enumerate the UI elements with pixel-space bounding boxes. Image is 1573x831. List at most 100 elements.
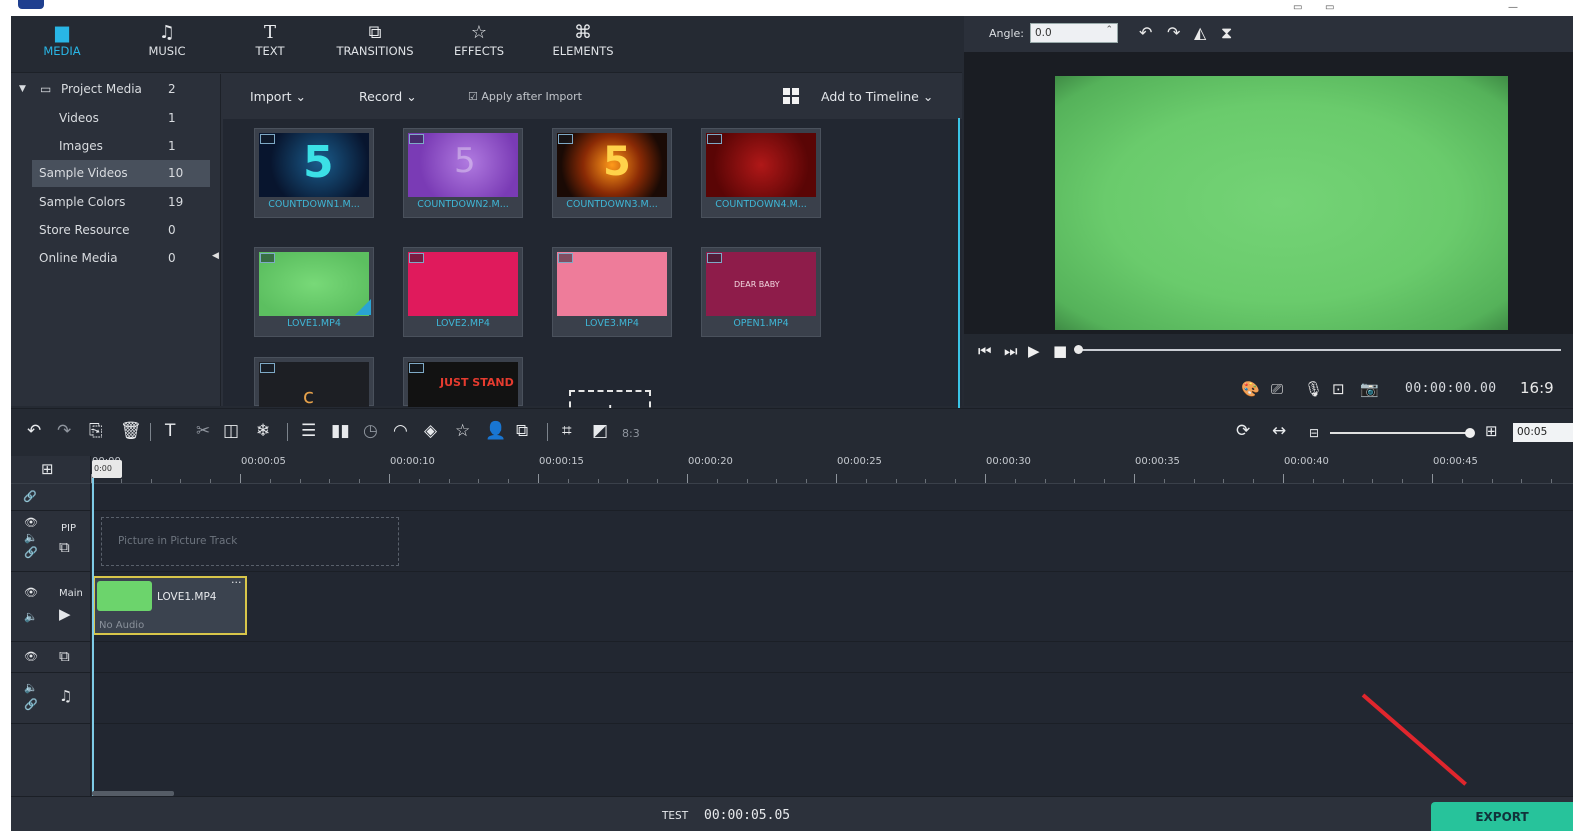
tree-item-sample-videos[interactable]: Sample Videos 10	[32, 160, 210, 187]
text-icon[interactable]: T	[165, 421, 175, 441]
eye-icon[interactable]: 👁	[24, 650, 38, 663]
preview-progress-track[interactable]	[1081, 349, 1561, 351]
snapshot-icon[interactable]: 📷	[1360, 380, 1379, 398]
speaker-icon[interactable]: 🔈	[24, 681, 38, 694]
eye-icon[interactable]: 👁	[24, 586, 38, 599]
playhead[interactable]: 0:00	[92, 460, 122, 478]
cut-icon[interactable]: ✂	[196, 421, 210, 441]
grid-view-icon[interactable]	[783, 88, 799, 104]
rotate-left-icon[interactable]: ↶	[1139, 23, 1152, 42]
eye-icon[interactable]: 👁	[24, 516, 38, 529]
tab-text[interactable]: T TEXT	[225, 22, 315, 58]
media-item-love2[interactable]: LOVE2.MP4	[403, 247, 523, 337]
fit-timeline-icon[interactable]: ↔	[1272, 421, 1286, 441]
timeline-ruler[interactable]: 00:0000:00:0500:00:1000:00:1500:00:2000:…	[91, 456, 1573, 484]
timeline-clip-love1[interactable]: LOVE1.MP4 ··· No Audio	[93, 576, 247, 635]
freeze-frame-icon[interactable]: ❄	[256, 421, 270, 441]
media-item-open1[interactable]: DEAR BABY OPEN1.MP4	[701, 247, 821, 337]
import-dropdown[interactable]: Import ⌄	[250, 89, 306, 104]
flip-vertical-icon[interactable]: ⧗	[1221, 23, 1232, 43]
step-forward-icon[interactable]: ⏭	[1004, 342, 1018, 360]
speaker-icon[interactable]: 🔈	[24, 610, 38, 623]
tab-media[interactable]: ▆ MEDIA	[17, 22, 107, 58]
record-dropdown[interactable]: Record ⌄	[359, 89, 417, 104]
media-item-countdown3[interactable]: 5 COUNTDOWN3.M...	[552, 128, 672, 218]
effects-track[interactable]	[92, 642, 1573, 673]
pip-track[interactable]: Picture in Picture Track	[92, 511, 1573, 572]
tree-item-sample-colors[interactable]: Sample Colors 19	[11, 189, 221, 216]
rotate-right-icon[interactable]: ↷	[1167, 23, 1180, 42]
angle-input[interactable]: 0.0 ⌃	[1030, 23, 1118, 43]
microphone-icon[interactable]: 🎙	[1304, 380, 1323, 398]
stop-icon[interactable]: ■	[1053, 342, 1067, 360]
close-icon[interactable]: —	[1508, 2, 1518, 13]
play-icon[interactable]: ▶	[1028, 342, 1040, 360]
preview-progress-handle[interactable]	[1074, 345, 1083, 354]
media-item-partial[interactable]: c	[254, 357, 374, 407]
crop-icon[interactable]: ⌗	[562, 421, 572, 441]
color-icon[interactable]: ◈	[424, 421, 437, 441]
spinner-icon[interactable]: ⌃	[1105, 25, 1113, 35]
zoom-out-icon[interactable]: ⊟	[1309, 423, 1319, 443]
minimize-icon[interactable]: ▭	[1293, 2, 1302, 13]
add-track-icon[interactable]: ⊞	[41, 460, 54, 478]
audio-mixer-icon[interactable]: ▮▮	[331, 421, 350, 441]
tree-item-online-media[interactable]: Online Media 0	[11, 245, 221, 272]
window-mode-icon[interactable]: ▭	[1325, 2, 1334, 13]
main-track[interactable]: LOVE1.MP4 ··· No Audio	[92, 572, 1573, 642]
music-track[interactable]	[92, 673, 1573, 724]
media-item-love1[interactable]: LOVE1.MP4	[254, 247, 374, 337]
sticker-icon[interactable]: ☆	[455, 421, 470, 441]
aspect-ratio-selector[interactable]: 16:9	[1520, 379, 1554, 397]
tab-effects[interactable]: ☆ EFFECTS	[434, 22, 524, 58]
zoom-in-icon[interactable]: ⊞	[1485, 421, 1498, 441]
undo-icon[interactable]: ↶	[27, 421, 41, 441]
tree-item-store-resource[interactable]: Store Resource 0	[11, 217, 221, 244]
collapse-panel-icon[interactable]: ◀	[212, 251, 219, 261]
pip-placeholder[interactable]: Picture in Picture Track	[101, 517, 399, 566]
tree-item-images[interactable]: Images 1	[11, 133, 221, 160]
screen-record-icon[interactable]: ⊡	[1332, 380, 1345, 398]
link-icon[interactable]: 🔗	[24, 698, 38, 711]
media-item-countdown1[interactable]: 5 COUNTDOWN1.M...	[254, 128, 374, 218]
zoom-value-field[interactable]: 00:05	[1513, 423, 1573, 442]
media-thumbnail: 5	[408, 133, 518, 197]
expand-arrow-icon[interactable]: ▼	[19, 76, 26, 103]
add-to-timeline-dropdown[interactable]: Add to Timeline ⌄	[821, 89, 933, 104]
tab-music[interactable]: ♫ MUSIC	[122, 22, 212, 58]
camera-icon[interactable]: ⎚	[1271, 380, 1283, 398]
media-item-just-stand[interactable]: JUST STAND	[403, 357, 523, 407]
media-item-countdown4[interactable]: COUNTDOWN4.M...	[701, 128, 821, 218]
speedometer-icon[interactable]: ◠	[393, 421, 408, 441]
flip-horizontal-icon[interactable]: ◭	[1194, 23, 1206, 42]
tree-item-project-media[interactable]: ▼ ▭ Project Media 2	[11, 76, 221, 103]
media-item-countdown2[interactable]: 5 COUNTDOWN2.M...	[403, 128, 523, 218]
link-icon[interactable]: 🔗	[23, 490, 37, 503]
timeline-zoom-track[interactable]	[1330, 432, 1470, 434]
media-scrollbar[interactable]	[958, 118, 960, 408]
apply-after-import-checkbox[interactable]: ☑ Apply after Import	[468, 90, 582, 103]
palette-icon[interactable]: 🎨	[1241, 380, 1260, 398]
tree-item-videos[interactable]: Videos 1	[11, 105, 221, 132]
speed-icon[interactable]: ◷	[363, 421, 378, 441]
timeline-zoom-handle[interactable]	[1465, 428, 1475, 438]
export-button[interactable]: EXPORT	[1431, 802, 1573, 831]
media-thumbnail: JUST STAND	[408, 362, 518, 407]
speaker-icon[interactable]: 🔈	[24, 531, 38, 544]
motion-icon[interactable]: ⧉	[516, 421, 528, 441]
adjust-icon[interactable]: ☰	[301, 421, 316, 441]
copy-icon[interactable]: ⎘	[89, 421, 103, 441]
delete-icon[interactable]: 🗑	[120, 421, 142, 441]
skip-back-icon[interactable]: ⏮	[978, 342, 992, 360]
split-icon[interactable]: ◫	[223, 421, 239, 441]
tab-transitions[interactable]: ⧉ TRANSITIONS	[330, 22, 420, 58]
link-icon[interactable]: 🔗	[24, 546, 38, 559]
aspect-label[interactable]: 8:3	[622, 424, 640, 444]
refresh-icon[interactable]: ⟳	[1236, 421, 1250, 441]
media-item-love3[interactable]: LOVE3.MP4	[552, 247, 672, 337]
pan-zoom-icon[interactable]: ◩	[592, 421, 608, 441]
green-screen-person-icon[interactable]: 👤	[485, 421, 506, 441]
more-options-icon[interactable]: ···	[231, 576, 242, 589]
redo-icon[interactable]: ↷	[57, 421, 71, 441]
tab-elements[interactable]: ⌘ ELEMENTS	[538, 22, 628, 58]
